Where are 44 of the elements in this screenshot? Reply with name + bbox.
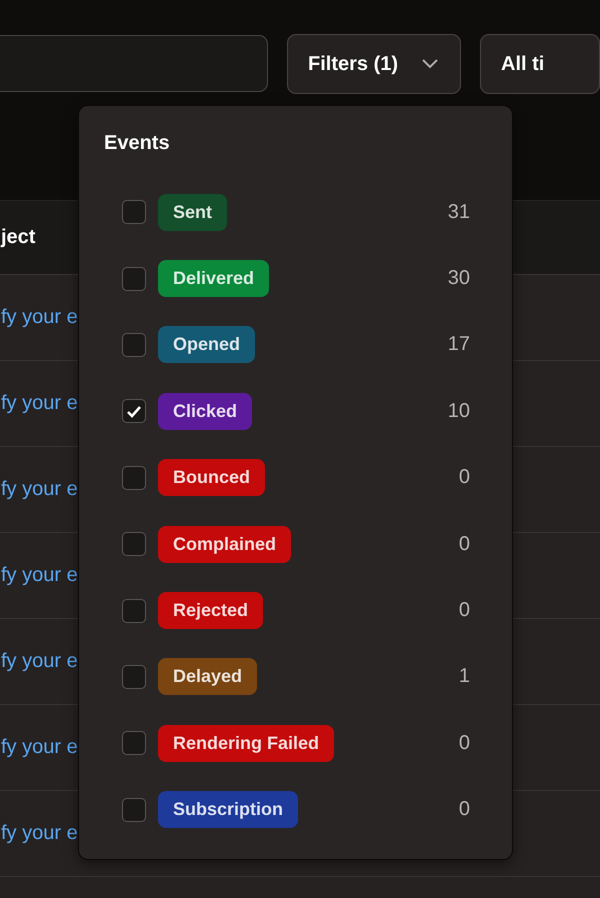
checkbox[interactable] xyxy=(122,466,146,490)
subject-link[interactable]: fy your e xyxy=(1,650,78,673)
subject-link[interactable]: fy your e xyxy=(1,564,78,587)
checkbox[interactable] xyxy=(122,532,146,556)
event-tag: Complained xyxy=(158,526,292,563)
filters-dropdown-button[interactable]: Filters (1) xyxy=(287,34,461,94)
subject-link[interactable]: fy your e xyxy=(1,822,78,845)
event-count: 0 xyxy=(458,732,470,755)
chevron-down-icon xyxy=(422,59,438,69)
checkbox[interactable] xyxy=(122,399,146,424)
event-tag: Subscription xyxy=(158,791,298,828)
checkbox[interactable] xyxy=(122,798,146,822)
event-tag: Sent xyxy=(158,194,228,231)
event-count: 0 xyxy=(458,599,470,622)
time-range-button[interactable]: All ti xyxy=(480,34,600,94)
event-count: 17 xyxy=(448,333,470,356)
subject-link[interactable]: fy your e xyxy=(1,392,78,415)
subject-link[interactable]: fy your e xyxy=(1,478,78,501)
checkbox[interactable] xyxy=(122,266,146,291)
subject-link[interactable]: fy your e xyxy=(1,736,78,759)
checkbox[interactable] xyxy=(122,200,146,224)
event-tag: Rejected xyxy=(158,592,264,630)
event-count: 0 xyxy=(458,532,470,556)
event-count: 10 xyxy=(448,400,470,423)
checkbox[interactable] xyxy=(122,731,146,756)
checkbox[interactable] xyxy=(122,664,146,689)
event-count: 31 xyxy=(448,200,470,224)
subject-link[interactable]: fy your e xyxy=(1,306,78,329)
event-count: 1 xyxy=(458,665,470,688)
event-tag: Delivered xyxy=(158,260,270,298)
menu-title: Events xyxy=(104,132,171,155)
search-field[interactable] xyxy=(0,35,268,92)
event-count: 30 xyxy=(448,267,470,290)
event-tag: Delayed xyxy=(158,658,258,696)
event-tag: Bounced xyxy=(158,459,266,496)
column-header: ject xyxy=(1,226,36,249)
checkbox[interactable] xyxy=(122,598,146,623)
event-count: 0 xyxy=(458,466,470,490)
event-count: 0 xyxy=(458,798,470,822)
event-tag: Opened xyxy=(158,326,256,364)
checkbox[interactable] xyxy=(122,332,146,357)
checkmark-icon xyxy=(126,404,142,418)
event-tag: Rendering Failed xyxy=(158,724,334,762)
event-tag: Clicked xyxy=(158,392,252,430)
